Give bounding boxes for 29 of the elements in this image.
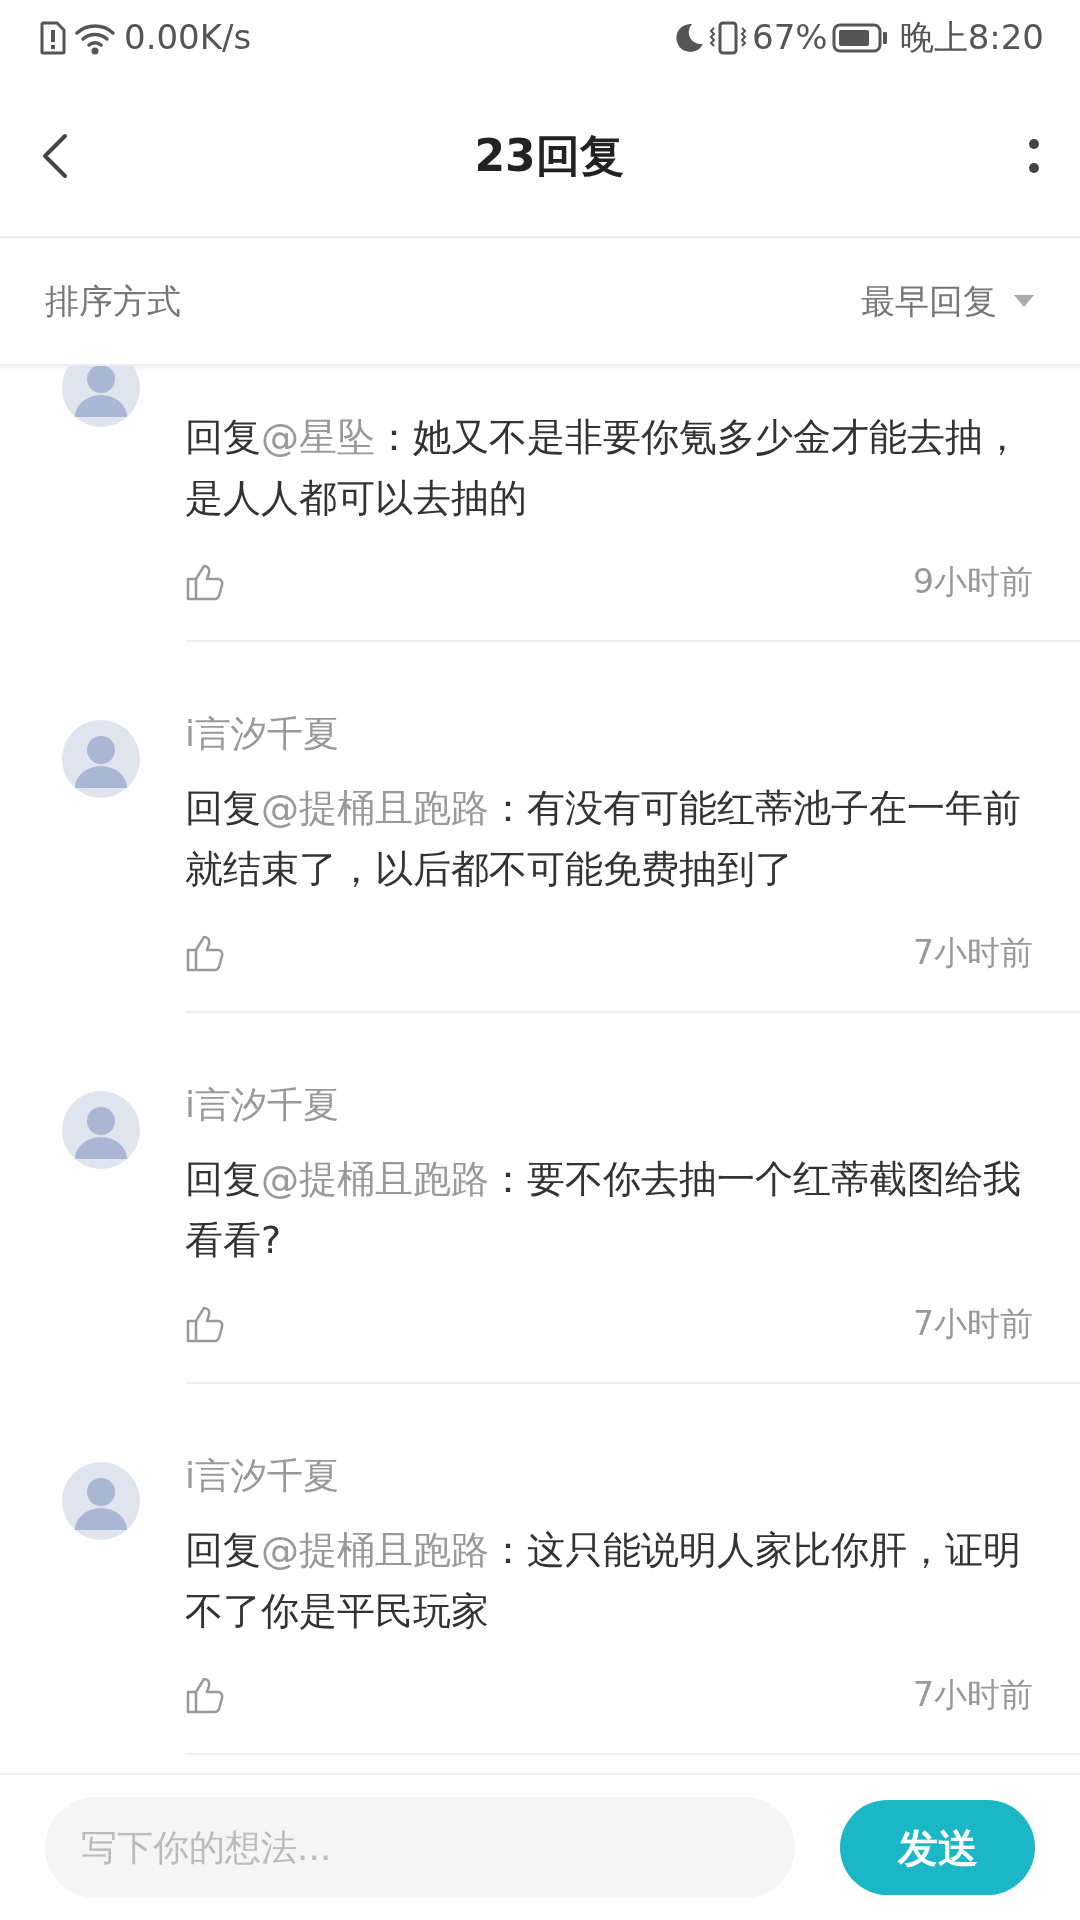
reply-text: 回复@提桶且跑路：要不你去抽一个红蒂截图给我看看? (185, 1156, 1022, 1264)
timestamp: 7小时前 (913, 1303, 1033, 1346)
caret-icon (1013, 294, 1035, 308)
send-button[interactable]: 发送 (840, 1800, 1035, 1895)
sim-alert-icon (40, 20, 66, 55)
back-icon[interactable] (40, 131, 70, 180)
sort-label: 排序方式 (45, 279, 181, 323)
timestamp: 9小时前 (913, 561, 1033, 604)
timestamp: 7小时前 (913, 1674, 1033, 1717)
thumbs-up-icon[interactable] (185, 562, 225, 602)
page-title: 23回复 (474, 128, 624, 183)
sort-dropdown[interactable]: 最早回复 (861, 275, 1035, 327)
battery-percent: 67% (752, 16, 828, 59)
thumbs-up-icon[interactable] (185, 1304, 225, 1344)
network-speed: 0.00K/s (124, 16, 252, 59)
battery-icon (831, 22, 888, 53)
reply-text: 回复@星坠：她又不是非要你氪多少金才能去抽，是人人都可以去抽的 (185, 414, 1022, 522)
more-icon[interactable] (1028, 137, 1040, 174)
clock: 晚上8:20 (899, 16, 1044, 59)
reply-text: 回复@提桶且跑路：这只能说明人家比你肝，证明不了你是平民玩家 (185, 1527, 1022, 1635)
author-name: i言汐千夏 (185, 712, 340, 756)
author-name: i言汐千夏 (185, 1083, 340, 1127)
reply-text: 回复@提桶且跑路：有没有可能红蒂池子在一年前就结束了，以后都不可能免费抽到了 (185, 785, 1022, 893)
thumbs-up-icon[interactable] (185, 933, 225, 973)
vibrate-icon (708, 19, 749, 56)
comment-input[interactable]: 写下你的想法... (45, 1797, 795, 1898)
author-name: i言汐千夏 (185, 1454, 340, 1498)
thumbs-up-icon[interactable] (185, 1675, 225, 1715)
timestamp: 7小时前 (913, 932, 1033, 975)
